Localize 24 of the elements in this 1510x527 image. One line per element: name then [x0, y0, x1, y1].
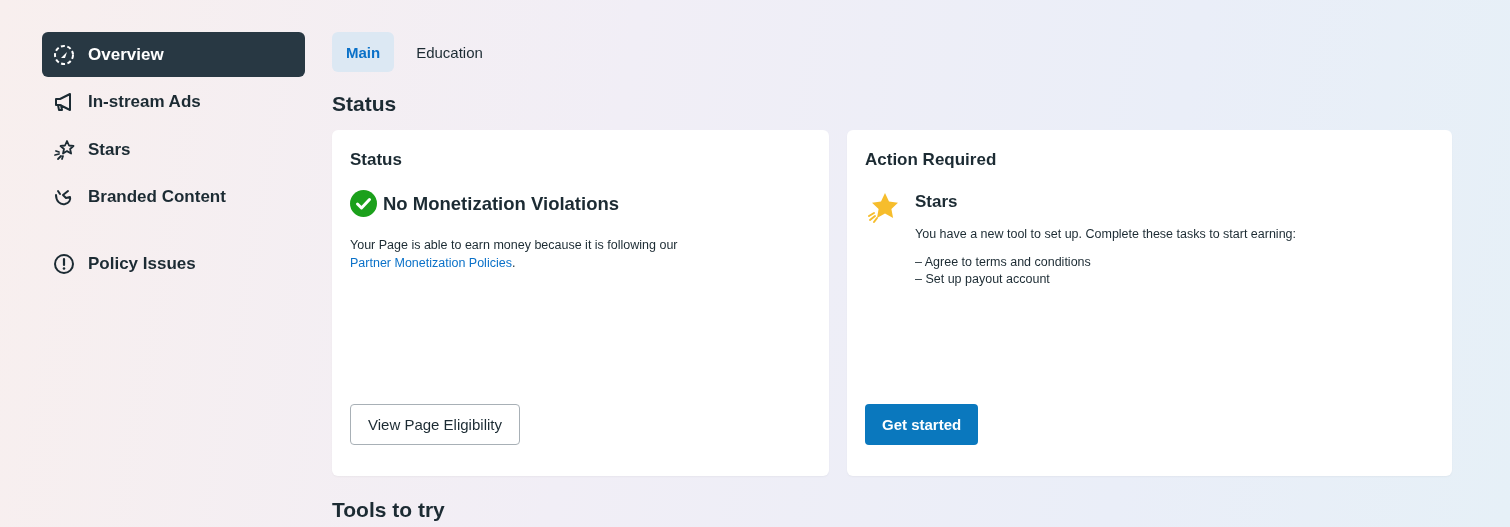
sidebar-item[interactable]: Overview [42, 32, 305, 77]
alert-icon [53, 253, 75, 275]
gauge-icon [53, 43, 75, 66]
sidebar-item[interactable]: Stars [42, 127, 305, 172]
task-item: – Agree to terms and conditions [915, 253, 1092, 271]
sidebar-item[interactable]: In-stream Ads [42, 79, 305, 125]
card-title: Action Required [865, 150, 998, 170]
card-title: Status [350, 150, 403, 170]
task-item: – Set up payout account [915, 271, 1051, 288]
status-headline: No Monetization Violations [383, 192, 620, 215]
section-heading: Tools to try [332, 498, 446, 522]
tool-description: You have a new tool to set up. Complete these tasks to start earning: [915, 226, 1297, 243]
status-description: Your Page is able to earn money because it is following our Partner Monetization Policies. [350, 237, 679, 272]
tab[interactable]: Education [402, 32, 497, 72]
check-icon [350, 190, 377, 217]
sparkle-star-icon [53, 138, 75, 161]
tab[interactable]: Main [332, 32, 395, 72]
tool-name: Stars [915, 192, 959, 212]
policies-link[interactable]: Partner Monetization Policies [350, 255, 512, 270]
sidebar-item[interactable]: Policy Issues [42, 241, 305, 287]
get-started-button[interactable]: Get started [865, 404, 979, 445]
view-eligibility-button[interactable]: View Page Eligibility [350, 404, 520, 445]
sidebar-item[interactable]: Branded Content [42, 174, 305, 220]
section-heading: Status [332, 92, 398, 116]
